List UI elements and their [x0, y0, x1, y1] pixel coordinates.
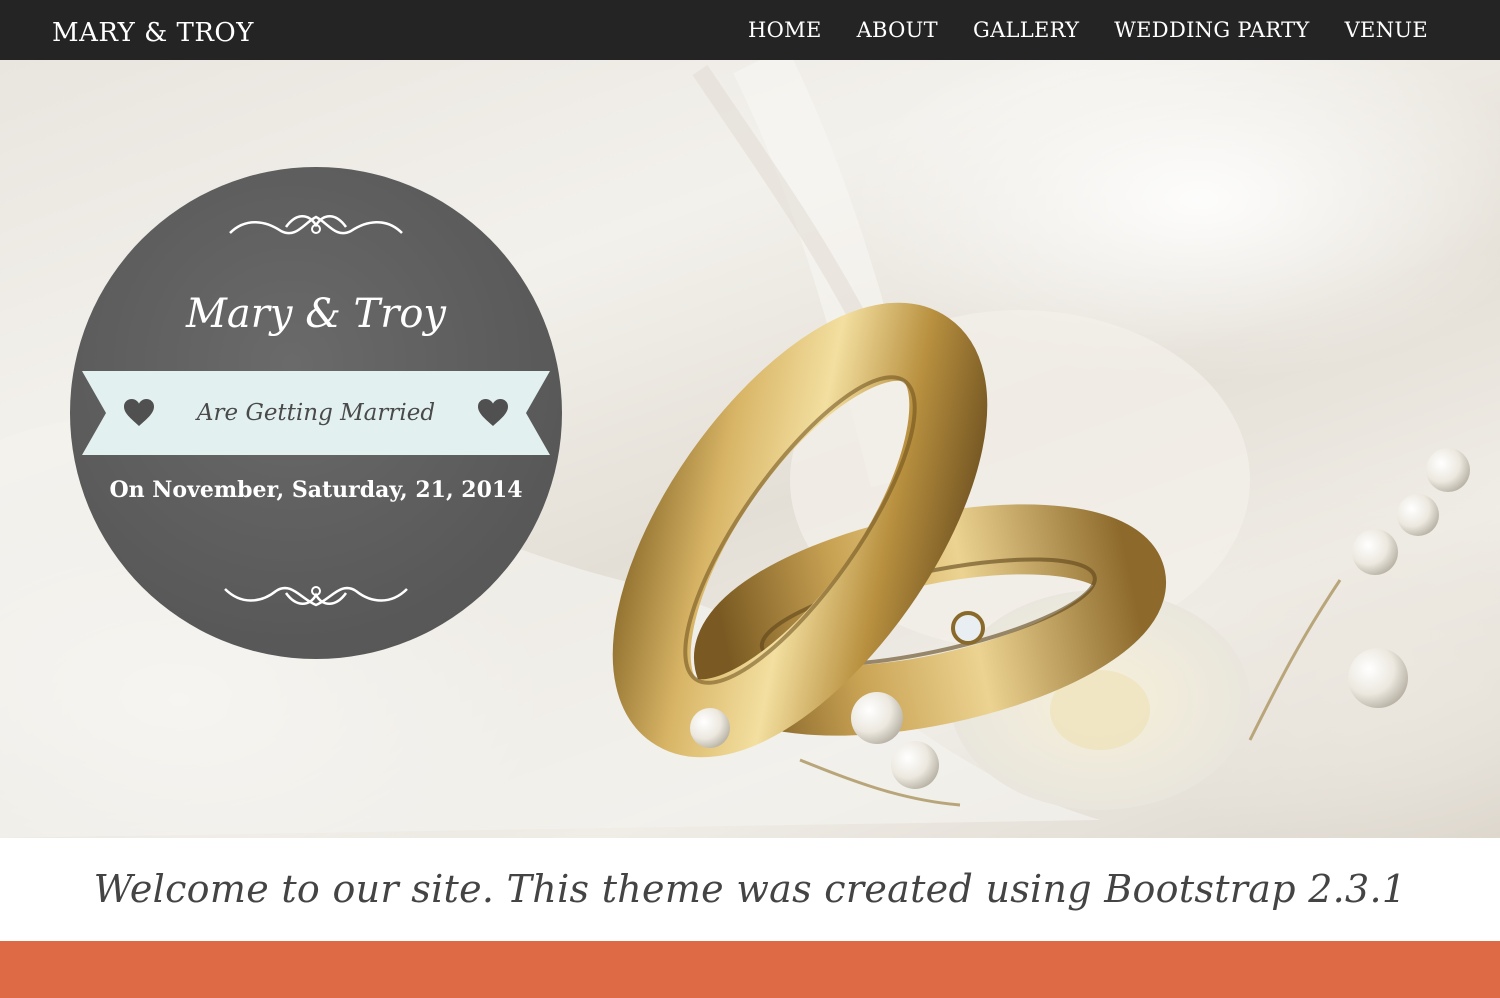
main-nav: HOME ABOUT GALLERY WEDDING PARTY VENUE: [748, 0, 1428, 60]
wedding-date: On November, Saturday, 21, 2014: [109, 477, 523, 503]
nav-link-venue[interactable]: VENUE: [1345, 0, 1428, 63]
top-navbar: MARY & TROY HOME ABOUT GALLERY WEDDING P…: [0, 0, 1500, 60]
flourish-bottom-icon: [70, 577, 562, 617]
nav-item-gallery: GALLERY: [973, 0, 1079, 63]
heart-icon: [478, 399, 508, 426]
nav-item-about: ABOUT: [857, 0, 938, 63]
accent-band: [0, 941, 1500, 998]
flourish-top-icon: [70, 207, 562, 247]
couple-names-heading: Mary & Troy: [185, 291, 447, 337]
heart-icon: [124, 399, 154, 426]
nav-item-wedding-party: WEDDING PARTY: [1114, 0, 1309, 63]
nav-item-home: HOME: [748, 0, 822, 63]
nav-link-home[interactable]: HOME: [748, 0, 822, 63]
welcome-section: Welcome to our site. This theme was crea…: [0, 838, 1500, 941]
nav-link-gallery[interactable]: GALLERY: [973, 0, 1079, 63]
wedding-announcement-badge: Mary & Troy Are Getting Married On Novem…: [70, 167, 562, 659]
nav-item-venue: VENUE: [1345, 0, 1428, 63]
hero-banner: Mary & Troy Are Getting Married On Novem…: [0, 60, 1500, 838]
welcome-message: Welcome to our site. This theme was crea…: [93, 867, 1407, 911]
brand-logo-link[interactable]: MARY & TROY: [52, 0, 254, 60]
nav-link-wedding-party[interactable]: WEDDING PARTY: [1114, 0, 1309, 63]
nav-link-about[interactable]: ABOUT: [857, 0, 938, 63]
